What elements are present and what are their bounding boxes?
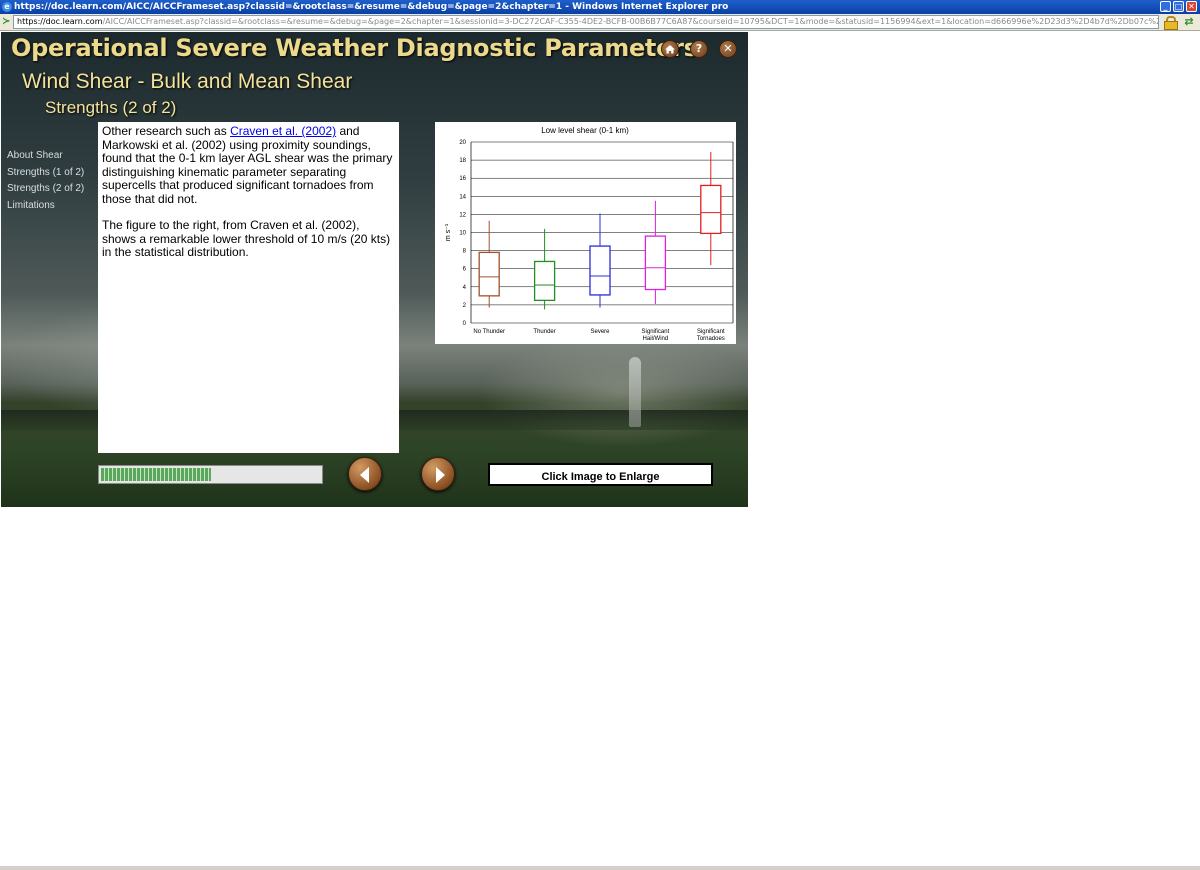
shear-boxplot-figure[interactable]: Low level shear (0-1 km) 0 2 4 6 8 10 12 14 16 18 2… (435, 122, 736, 344)
box-1 (533, 260, 556, 302)
box-0 (478, 251, 500, 297)
x-tick-label: Thunder (533, 329, 555, 335)
page-heading: Wind Shear - Bulk and Mean Shear (22, 70, 353, 93)
x-tick-label: Tornadoes (697, 336, 725, 342)
course-stage: Operational Severe Weather Diagnostic Pa… (1, 32, 748, 507)
refresh-icon[interactable]: ⇄ (1182, 15, 1196, 29)
x-tick-label: Significant (642, 329, 670, 335)
help-button[interactable]: ? (690, 40, 708, 58)
y-tick-label: 16 (459, 176, 466, 182)
close-icon: ✕ (723, 42, 733, 55)
nav-item-strengths-2[interactable]: Strengths (2 of 2) (7, 181, 84, 198)
url-field[interactable]: https://doc.learn.com/AICC/AICCFrameset.… (13, 15, 1159, 29)
y-tick-label: 4 (463, 285, 467, 291)
y-tick-label: 18 (459, 158, 466, 164)
arrow-right-icon (436, 467, 445, 483)
boxplot-chart: Low level shear (0-1 km) 0 2 4 6 8 10 12 14 16 18 2… (445, 126, 734, 342)
y-tick-label: 12 (459, 212, 466, 218)
x-tick-label: Severe (590, 329, 610, 335)
window-close-button[interactable]: ✕ (1186, 1, 1197, 12)
page-subheading: Strengths (2 of 2) (45, 98, 177, 117)
y-tick-label: 20 (459, 140, 466, 146)
craven-link[interactable]: Craven et al. (2002) (230, 124, 336, 138)
url-host: https://doc.learn.com (17, 17, 103, 26)
window-title-bar: e https://doc.learn.com/AICC/AICCFramese… (0, 0, 1200, 14)
minimize-button[interactable]: _ (1160, 1, 1171, 12)
home-icon (665, 45, 675, 54)
nav-item-strengths-1[interactable]: Strengths (1 of 2) (7, 165, 84, 182)
content-paragraph-2: The figure to the right, from Craven et … (102, 218, 391, 259)
y-tick-label: 14 (459, 194, 466, 200)
lock-icon[interactable] (1163, 16, 1178, 30)
nav-item-limitations[interactable]: Limitations (7, 198, 84, 215)
course-title: Operational Severe Weather Diagnostic Pa… (11, 34, 698, 62)
y-axis-label: m s⁻¹ (445, 223, 452, 241)
y-tick-label: 0 (463, 321, 467, 327)
address-bar: ≻ https://doc.learn.com/AICC/AICCFramese… (0, 14, 1200, 31)
help-icon: ? (695, 42, 703, 55)
p1-text-before: Other research such as (102, 124, 231, 138)
x-tick-label: Hail/Wind (643, 336, 669, 342)
go-arrow-icon[interactable]: ≻ (2, 16, 12, 28)
enlarge-image-button[interactable]: Click Image to Enlarge (488, 463, 713, 486)
y-tick-label: 10 (459, 231, 466, 237)
home-button[interactable] (661, 40, 679, 58)
box-4 (700, 184, 722, 235)
window-title: https://doc.learn.com/AICC/AICCFrameset.… (14, 2, 729, 12)
x-tick-label: Significant (697, 329, 725, 335)
url-path: /AICC/AICCFrameset.asp?classid=&rootclas… (102, 17, 1159, 26)
progress-fill (101, 468, 211, 481)
topic-menu: About Shear Strengths (1 of 2) Strengths… (7, 148, 84, 214)
y-tick-label: 2 (463, 303, 467, 309)
arrow-left-icon (360, 467, 369, 483)
progress-bar (98, 465, 323, 484)
content-paragraph-1: Other research such as Craven et al. (20… (102, 124, 396, 206)
chart-title: Low level shear (0-1 km) (541, 126, 629, 135)
status-bar (0, 866, 1200, 870)
next-button[interactable] (421, 457, 455, 491)
box-3 (644, 235, 667, 291)
content-panel: Other research such as Craven et al. (20… (98, 122, 399, 453)
box-2 (589, 245, 611, 296)
maximize-button[interactable]: □ (1173, 1, 1184, 12)
y-tick-label: 6 (463, 267, 467, 273)
exit-button[interactable]: ✕ (719, 40, 737, 58)
nav-item-about-shear[interactable]: About Shear (7, 148, 84, 165)
ie-logo-icon: e (2, 2, 12, 12)
previous-button[interactable] (348, 457, 382, 491)
y-tick-label: 8 (463, 249, 467, 255)
x-tick-label: No Thunder (473, 329, 505, 335)
background-tornado (629, 357, 641, 427)
